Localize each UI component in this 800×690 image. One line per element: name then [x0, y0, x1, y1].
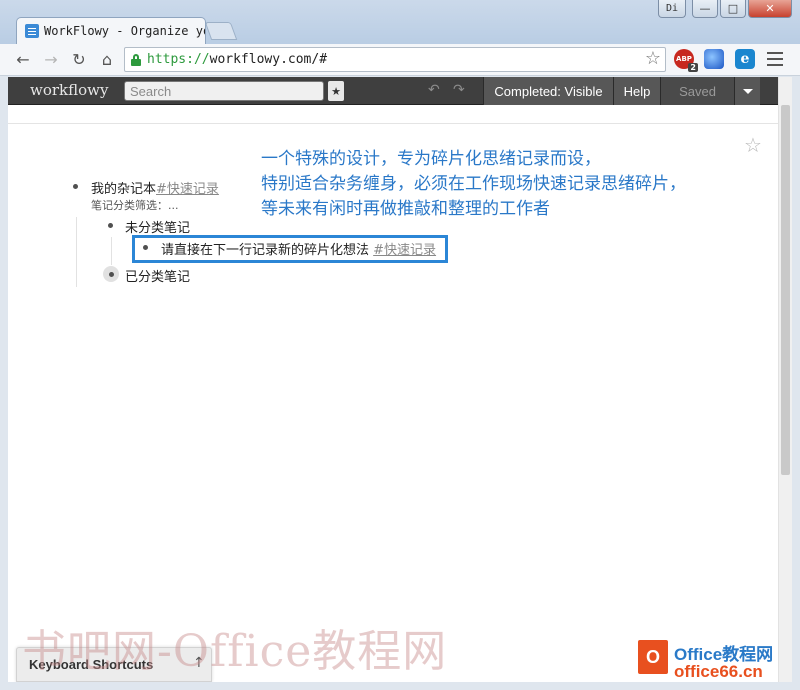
browser-menu-icon[interactable]: [767, 52, 783, 66]
root-note[interactable]: 笔记分类筛选：...: [91, 197, 179, 213]
starred-star-icon[interactable]: ★: [328, 81, 344, 101]
back-arrow-icon[interactable]: ←: [12, 48, 34, 70]
workflowy-header: workflowy ★ ↶ ↷ Completed: Visible Help …: [8, 77, 778, 105]
user-profile-button[interactable]: Di: [658, 0, 686, 18]
child1-bullet[interactable]: [108, 223, 113, 228]
indent-guide: [76, 217, 77, 287]
window-controls: Di — □ ✕: [658, 0, 792, 18]
tab-title: WorkFlowy - Organize yo: [44, 24, 205, 38]
undo-icon[interactable]: ↶: [428, 82, 440, 98]
tag-quick-record[interactable]: #快速记录: [156, 182, 219, 197]
window-titlebar: WorkFlowy - Organize yo Di — □ ✕: [0, 0, 800, 44]
root-bullet[interactable]: [73, 184, 78, 189]
adblock-icon[interactable]: ABP 2: [674, 49, 698, 72]
forward-arrow-icon[interactable]: →: [40, 48, 62, 70]
reload-icon[interactable]: ↻: [68, 48, 90, 70]
bookmark-star-icon[interactable]: ☆: [645, 48, 661, 69]
search-input[interactable]: [124, 81, 324, 101]
star-page-icon[interactable]: ☆: [744, 133, 762, 157]
address-bar[interactable]: https://workflowy.com/# ☆: [124, 47, 666, 72]
child2-collapsed-bullet[interactable]: [103, 266, 119, 282]
redo-icon[interactable]: ↷: [453, 82, 465, 98]
highlight-box: [132, 235, 448, 263]
caret-down-icon: [742, 88, 753, 94]
lock-icon: [131, 53, 141, 66]
help-button[interactable]: Help: [613, 77, 660, 105]
url-text: https://workflowy.com/#: [147, 52, 328, 67]
minimize-button[interactable]: —: [692, 0, 718, 18]
home-icon[interactable]: ⌂: [96, 48, 118, 70]
outline-item-categorized[interactable]: 已分类笔记: [125, 266, 190, 285]
workflowy-logo[interactable]: workflowy: [30, 81, 108, 99]
annotation-text: 一个特殊的设计，专为碎片化思绪记录而设， 特别适合杂务缠身，必须在工作现场快速记…: [261, 147, 686, 222]
scroll-thumb[interactable]: [781, 105, 790, 475]
page-viewport: workflowy ★ ↶ ↷ Completed: Visible Help …: [8, 77, 792, 682]
extension-e-icon[interactable]: e: [735, 49, 755, 69]
indent-guide-child: [111, 237, 112, 265]
watermark-text: 书吧网-Office教程网: [22, 626, 448, 677]
annotation-line-1: 一个特殊的设计，专为碎片化思绪记录而设，: [261, 149, 601, 169]
close-window-button[interactable]: ✕: [748, 0, 792, 18]
office66-brand: O Office教程网 office66.cn: [636, 636, 796, 684]
brand-domain: office66.cn: [674, 662, 763, 681]
outline-item-root[interactable]: 我的杂记本#快速记录: [91, 178, 219, 197]
browser-toolbar: ← → ↻ ⌂ https://workflowy.com/# ☆ ABP 2 e: [0, 44, 800, 76]
annotation-line-3: 等未来有闲时再做推敲和整理的工作者: [261, 199, 550, 219]
annotation-line-2: 特别适合杂务缠身，必须在工作现场快速记录思绪碎片，: [261, 174, 686, 194]
completed-visible-button[interactable]: Completed: Visible: [483, 77, 613, 105]
vertical-scrollbar[interactable]: [778, 77, 792, 682]
outline-item-uncategorized[interactable]: 未分类笔记: [125, 217, 190, 236]
extension-orb-icon[interactable]: [704, 49, 724, 69]
browser-tab[interactable]: WorkFlowy - Organize yo: [16, 17, 206, 44]
maximize-button[interactable]: □: [720, 0, 746, 18]
breadcrumb-bar: [8, 106, 778, 124]
office-logo-icon: O: [638, 640, 668, 674]
settings-dropdown-button[interactable]: [734, 77, 760, 105]
adblock-count-badge: 2: [688, 63, 698, 72]
workflowy-favicon-icon: [25, 24, 39, 38]
saved-status: Saved: [660, 77, 734, 105]
new-tab-button[interactable]: [204, 22, 238, 40]
